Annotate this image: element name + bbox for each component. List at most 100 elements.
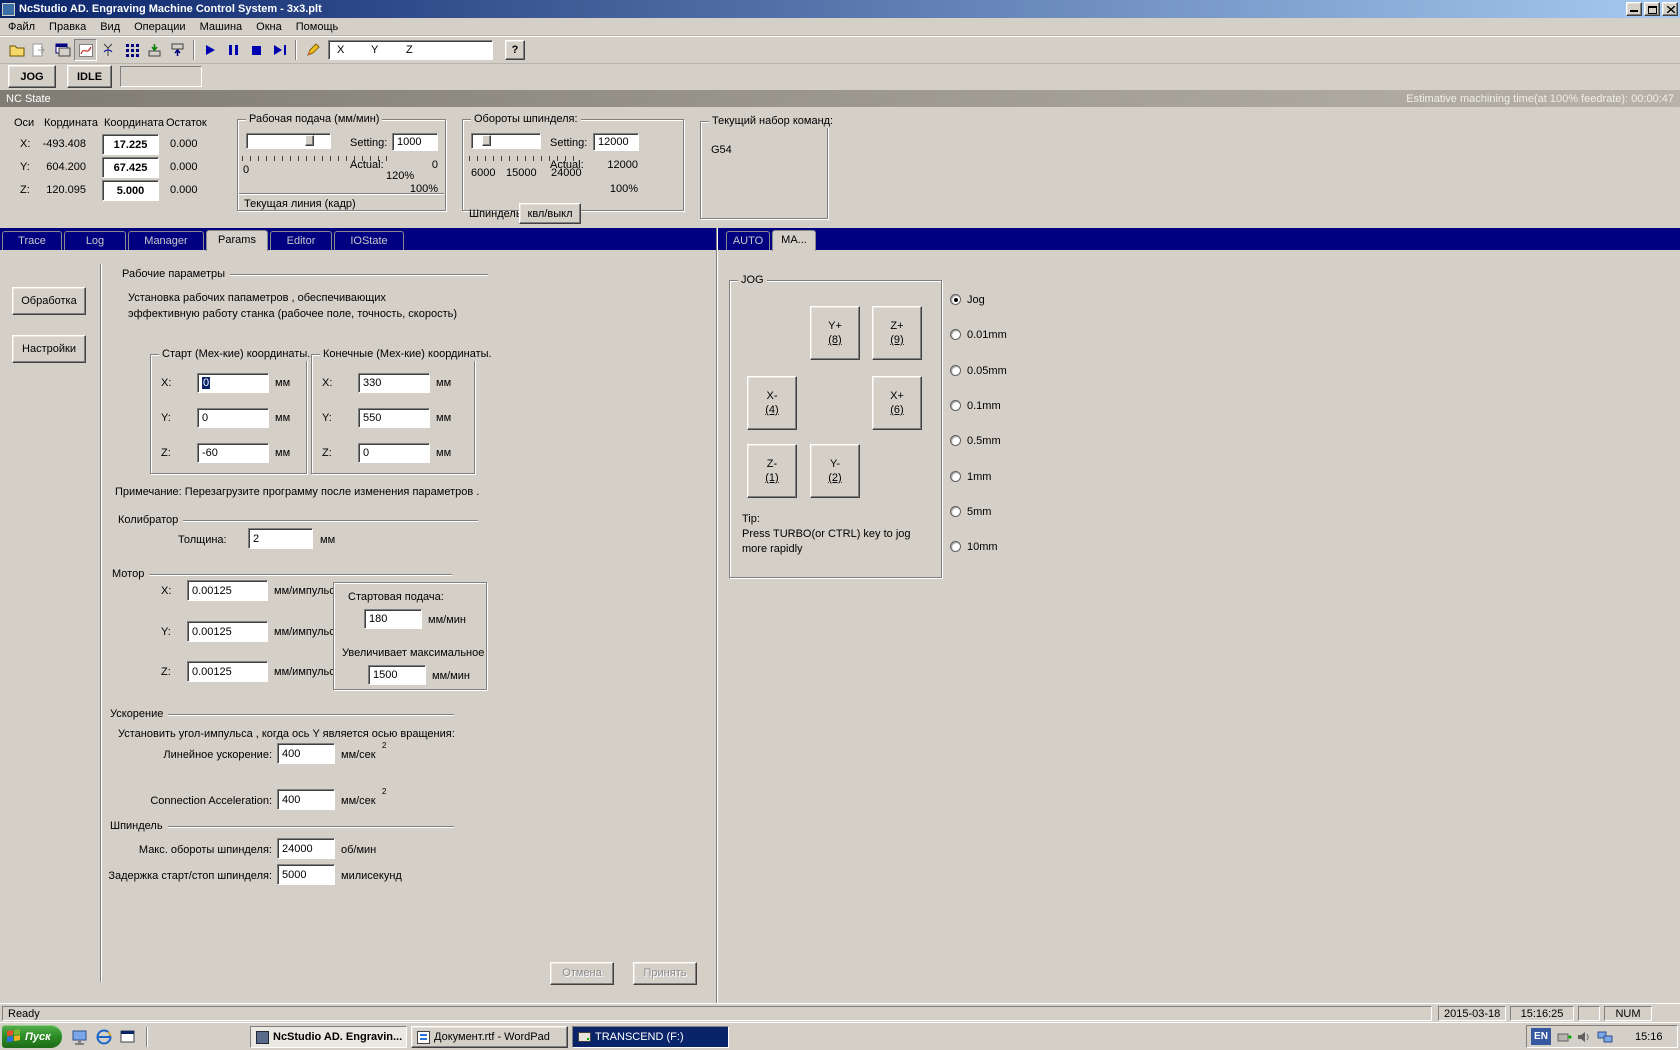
feed-scale-min: 0 <box>243 164 250 176</box>
step-option-10mm[interactable]: 10mm <box>950 541 998 553</box>
linear-accel-input[interactable]: 400 <box>277 743 335 764</box>
load-program-icon[interactable] <box>143 39 166 61</box>
stop-glyph <box>252 45 261 55</box>
signal-icon[interactable] <box>97 39 120 61</box>
jog-y-minus-button[interactable]: Y- (2) <box>810 444 860 498</box>
open-file-icon[interactable] <box>5 39 28 61</box>
processing-button[interactable]: Обработка <box>12 287 86 315</box>
menu-help[interactable]: Помощь <box>289 18 346 36</box>
usb-tray-icon[interactable] <box>1557 1030 1572 1047</box>
cancel-button[interactable]: Отмена <box>550 962 614 985</box>
trace-icon[interactable] <box>74 39 97 61</box>
jog-y-plus-button[interactable]: Y+ (8) <box>810 306 860 360</box>
start-z-input[interactable]: -60 <box>197 443 269 463</box>
start-machining-icon[interactable] <box>199 39 222 61</box>
language-indicator[interactable]: EN <box>1531 1028 1551 1045</box>
axis-y-button[interactable]: Y <box>371 44 378 56</box>
unload-program-icon[interactable] <box>166 39 189 61</box>
motor-y-input[interactable]: 0.00125 <box>187 621 268 642</box>
tab-log[interactable]: Log <box>64 231 126 250</box>
step-option-0-01mm[interactable]: 0.01mm <box>950 329 1007 341</box>
volume-tray-icon[interactable] <box>1577 1030 1591 1047</box>
end-y-input[interactable]: 550 <box>358 408 430 428</box>
work-coord-y: 67.425 <box>102 157 159 178</box>
spindle-toggle-button[interactable]: квл/выкл <box>519 203 581 224</box>
section-work-params: Рабочие параметры <box>122 268 488 280</box>
step-option-1mm[interactable]: 1mm <box>950 471 991 483</box>
menu-view[interactable]: Вид <box>93 18 127 36</box>
max-feed-input[interactable]: 1500 <box>368 665 426 685</box>
start-button[interactable]: Пуск <box>2 1025 62 1048</box>
spindle-group: Обороты шпинделя: Setting: 12000 6000 15… <box>462 113 684 224</box>
jog-mode-button[interactable]: JOG <box>8 65 56 88</box>
task-transcend[interactable]: TRANSCEND (F:) <box>572 1026 729 1048</box>
single-step-icon[interactable] <box>268 39 291 61</box>
spindle-slider[interactable] <box>471 133 541 149</box>
array-icon[interactable] <box>120 39 143 61</box>
spindle-delay-input[interactable]: 5000 <box>277 864 335 885</box>
step-option-5mm[interactable]: 5mm <box>950 506 991 518</box>
tab-trace[interactable]: Trace <box>2 231 62 250</box>
menu-file[interactable]: Файл <box>1 18 42 36</box>
start-feed-input[interactable]: 180 <box>364 609 422 629</box>
export-icon[interactable] <box>28 39 51 61</box>
radio-checked-icon <box>950 294 961 305</box>
motor-z-input[interactable]: 0.00125 <box>187 661 268 682</box>
menu-edit[interactable]: Правка <box>42 18 93 36</box>
axis-z-button[interactable]: Z <box>406 44 413 56</box>
coord-header-machine: Кордината <box>44 117 98 129</box>
tab-iostate[interactable]: IOState <box>334 231 404 250</box>
work-coord-x: 17.225 <box>102 134 159 155</box>
tab-editor[interactable]: Editor <box>270 231 332 250</box>
end-x-input[interactable]: 330 <box>358 373 430 393</box>
feed-slider-thumb[interactable] <box>305 135 314 146</box>
settings-button[interactable]: Настройки <box>12 335 86 363</box>
step-bar-glyph <box>283 45 286 55</box>
step-option-0-1mm[interactable]: 0.1mm <box>950 400 1001 412</box>
quick-launch-window-icon[interactable] <box>116 1026 139 1048</box>
jog-z-minus-button[interactable]: Z- (1) <box>747 444 797 498</box>
pause-icon[interactable] <box>222 39 245 61</box>
axis-x-button[interactable]: X <box>337 44 344 56</box>
close-button[interactable] <box>1662 2 1678 16</box>
task-ncstudio[interactable]: NcStudio AD. Engravin... <box>250 1026 407 1048</box>
connection-accel-input[interactable]: 400 <box>277 789 335 810</box>
menu-windows[interactable]: Окна <box>249 18 289 36</box>
step-option-jog[interactable]: Jog <box>950 294 985 306</box>
motor-x-input[interactable]: 0.00125 <box>187 580 268 601</box>
step-option-0-5mm[interactable]: 0.5mm <box>950 435 1001 447</box>
tab-manual[interactable]: MA... <box>772 230 816 251</box>
menu-operations[interactable]: Операции <box>127 18 192 36</box>
step-option-0-05mm[interactable]: 0.05mm <box>950 365 1007 377</box>
network-tray-icon[interactable] <box>1597 1030 1613 1047</box>
edit-icon[interactable] <box>301 39 324 61</box>
help-icon[interactable]: ? <box>505 40 525 60</box>
feed-setting-input[interactable]: 1000 <box>392 133 438 151</box>
task-wordpad[interactable]: Документ.rtf - WordPad <box>411 1026 568 1048</box>
feed-slider[interactable] <box>246 133 331 149</box>
spindle-slider-thumb[interactable] <box>482 135 491 146</box>
end-z-input[interactable]: 0 <box>358 443 430 463</box>
jog-x-minus-button[interactable]: X- (4) <box>747 376 797 430</box>
start-x-input[interactable]: 0 <box>197 373 269 393</box>
tab-auto[interactable]: AUTO <box>726 231 770 250</box>
max-rpm-input[interactable]: 24000 <box>277 838 335 859</box>
start-y-input[interactable]: 0 <box>197 408 269 428</box>
step-option-label: 0.05mm <box>967 365 1007 377</box>
quick-launch-desktop-icon[interactable] <box>68 1026 91 1048</box>
tab-params[interactable]: Params <box>206 230 268 251</box>
menu-machine[interactable]: Машина <box>193 18 250 36</box>
simulate-icon[interactable] <box>51 39 74 61</box>
tab-manager[interactable]: Manager <box>128 231 204 250</box>
jog-x-plus-button[interactable]: X+ (6) <box>872 376 922 430</box>
stop-icon[interactable] <box>245 39 268 61</box>
minimize-button[interactable] <box>1626 2 1642 16</box>
spindle-group-title: Обороты шпинделя: <box>471 113 581 126</box>
apply-button[interactable]: Принять <box>633 962 697 985</box>
idle-mode-button[interactable]: IDLE <box>67 65 112 88</box>
quick-launch-browser-icon[interactable] <box>92 1026 115 1048</box>
thickness-input[interactable]: 2 <box>248 528 313 549</box>
spindle-setting-input[interactable]: 12000 <box>593 133 639 151</box>
maximize-button[interactable] <box>1644 2 1660 16</box>
jog-z-plus-button[interactable]: Z+ (9) <box>872 306 922 360</box>
